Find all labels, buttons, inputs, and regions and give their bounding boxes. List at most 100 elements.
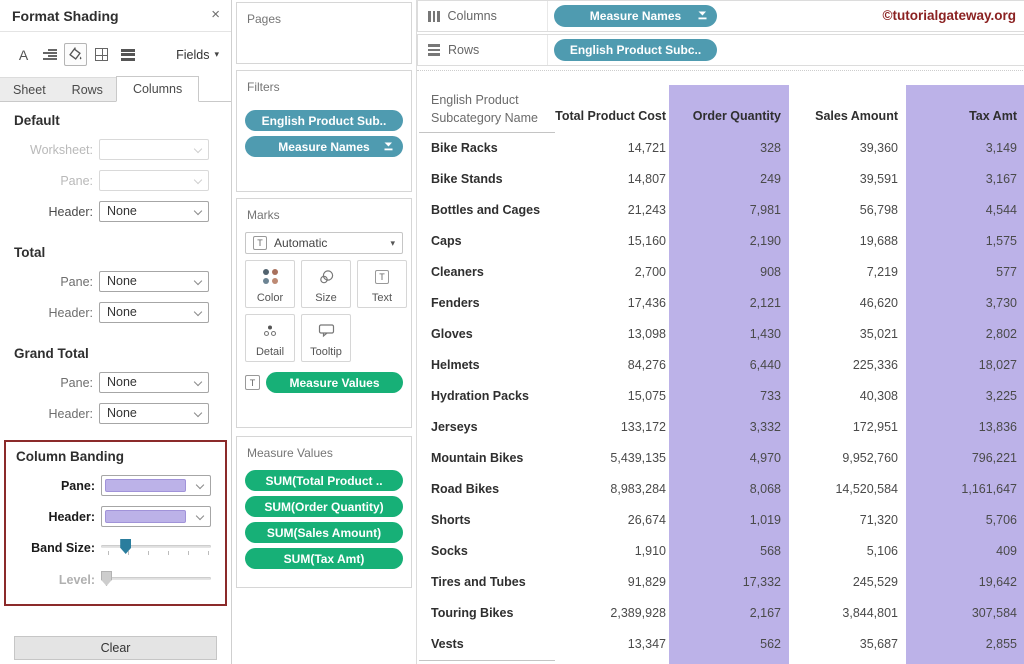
row-label[interactable]: Road Bikes bbox=[431, 474, 499, 505]
row-label[interactable]: Caps bbox=[431, 226, 462, 257]
total-header-dropdown[interactable]: None bbox=[99, 302, 209, 323]
cell-value[interactable]: 1,019 bbox=[669, 505, 781, 536]
row-label[interactable]: Gloves bbox=[431, 319, 473, 350]
measure-pill-sales-amount[interactable]: SUM(Sales Amount) bbox=[245, 522, 403, 543]
cell-value[interactable]: 2,167 bbox=[669, 598, 781, 629]
font-icon[interactable]: A bbox=[12, 43, 35, 66]
pages-card[interactable]: Pages bbox=[236, 2, 412, 64]
cell-value[interactable]: 13,347 bbox=[554, 629, 666, 660]
row-label[interactable]: Mountain Bikes bbox=[431, 443, 523, 474]
clear-button[interactable]: Clear bbox=[14, 636, 217, 660]
total-pane-dropdown[interactable]: None bbox=[99, 271, 209, 292]
cell-value[interactable]: 3,225 bbox=[906, 381, 1017, 412]
cell-value[interactable]: 5,106 bbox=[789, 536, 898, 567]
table-row[interactable]: Jerseys133,1723,332172,95113,836 bbox=[417, 412, 1024, 443]
borders-grid-icon[interactable] bbox=[90, 43, 113, 66]
cell-value[interactable]: 84,276 bbox=[554, 350, 666, 381]
grand-total-pane-dropdown[interactable]: None bbox=[99, 372, 209, 393]
close-icon[interactable]: × bbox=[211, 6, 220, 23]
grand-total-header-dropdown[interactable]: None bbox=[99, 403, 209, 424]
row-label[interactable]: Socks bbox=[431, 536, 468, 567]
table-row[interactable]: Fenders17,4362,12146,6203,730 bbox=[417, 288, 1024, 319]
table-row[interactable]: Vests 13,347562 35,687 2,855 bbox=[417, 629, 1024, 660]
column-header-sales-amount[interactable]: Sales Amount bbox=[789, 108, 898, 126]
table-row[interactable]: Cleaners2,7009087,219577 bbox=[417, 257, 1024, 288]
filters-card[interactable]: Filters English Product Sub.. Measure Na… bbox=[236, 70, 412, 192]
cell-value[interactable]: 249 bbox=[669, 164, 781, 195]
cell-value[interactable]: 307,584 bbox=[906, 598, 1017, 629]
cell-value[interactable]: 4,544 bbox=[906, 195, 1017, 226]
cell-value[interactable]: 2,855 bbox=[906, 629, 1017, 660]
cell-value[interactable]: 908 bbox=[669, 257, 781, 288]
marks-card[interactable]: Marks T Automatic ▾ Color Size bbox=[236, 198, 412, 428]
cell-value[interactable]: 17,332 bbox=[669, 567, 781, 598]
row-label[interactable]: Vests bbox=[431, 629, 464, 660]
cell-value[interactable]: 8,068 bbox=[669, 474, 781, 505]
table-row[interactable]: Shorts26,6741,01971,3205,706 bbox=[417, 505, 1024, 536]
table-row[interactable]: Hydration Packs15,07573340,3083,225 bbox=[417, 381, 1024, 412]
cell-value[interactable]: 19,642 bbox=[906, 567, 1017, 598]
cell-value[interactable]: 1,161,647 bbox=[906, 474, 1017, 505]
cell-value[interactable]: 225,336 bbox=[789, 350, 898, 381]
banding-pane-color-dropdown[interactable] bbox=[101, 475, 211, 496]
cell-value[interactable]: 6,440 bbox=[669, 350, 781, 381]
filter-pill-measure-names[interactable]: Measure Names bbox=[245, 136, 403, 157]
row-label[interactable]: Tires and Tubes bbox=[431, 567, 526, 598]
cell-value[interactable]: 13,836 bbox=[906, 412, 1017, 443]
cell-value[interactable]: 5,706 bbox=[906, 505, 1017, 536]
cell-value[interactable]: 9,952,760 bbox=[789, 443, 898, 474]
cell-value[interactable]: 21,243 bbox=[554, 195, 666, 226]
size-button[interactable]: Size bbox=[301, 260, 351, 308]
cell-value[interactable]: 1,575 bbox=[906, 226, 1017, 257]
cell-value[interactable]: 3,167 bbox=[906, 164, 1017, 195]
cell-value[interactable]: 14,807 bbox=[554, 164, 666, 195]
row-label[interactable]: Shorts bbox=[431, 505, 471, 536]
cell-value[interactable]: 133,172 bbox=[554, 412, 666, 443]
cell-value[interactable]: 35,021 bbox=[789, 319, 898, 350]
row-label[interactable]: Cleaners bbox=[431, 257, 484, 288]
cell-value[interactable]: 39,591 bbox=[789, 164, 898, 195]
cell-value[interactable]: 245,529 bbox=[789, 567, 898, 598]
row-label[interactable]: Helmets bbox=[431, 350, 480, 381]
mark-type-dropdown[interactable]: T Automatic ▾ bbox=[245, 232, 403, 254]
cell-value[interactable]: 35,687 bbox=[789, 629, 898, 660]
cell-value[interactable]: 2,121 bbox=[669, 288, 781, 319]
measure-values-encoding-pill[interactable]: Measure Values bbox=[266, 372, 403, 393]
table-row[interactable]: Touring Bikes2,389,9282,1673,844,801307,… bbox=[417, 598, 1024, 629]
worksheet-dropdown[interactable] bbox=[99, 139, 209, 160]
row-label[interactable]: Hydration Packs bbox=[431, 381, 529, 412]
table-row[interactable]: Helmets84,2766,440225,33618,027 bbox=[417, 350, 1024, 381]
cell-value[interactable]: 577 bbox=[906, 257, 1017, 288]
columns-pill-measure-names[interactable]: Measure Names bbox=[554, 5, 717, 27]
tooltip-button[interactable]: Tooltip bbox=[301, 314, 351, 362]
cell-value[interactable]: 562 bbox=[669, 629, 781, 660]
table-row[interactable]: Bike Stands14,80724939,5913,167 bbox=[417, 164, 1024, 195]
table-row[interactable]: Mountain Bikes5,439,1354,9709,952,760796… bbox=[417, 443, 1024, 474]
default-header-dropdown[interactable]: None bbox=[99, 201, 209, 222]
cell-value[interactable]: 796,221 bbox=[906, 443, 1017, 474]
text-button[interactable]: T Text bbox=[357, 260, 407, 308]
row-label[interactable]: Fenders bbox=[431, 288, 480, 319]
row-label[interactable]: Bike Racks bbox=[431, 133, 498, 164]
band-size-track[interactable] bbox=[101, 545, 211, 548]
cell-value[interactable]: 17,436 bbox=[554, 288, 666, 319]
cell-value[interactable]: 2,190 bbox=[669, 226, 781, 257]
cell-value[interactable]: 1,430 bbox=[669, 319, 781, 350]
cell-value[interactable]: 8,983,284 bbox=[554, 474, 666, 505]
shading-lines-icon[interactable] bbox=[116, 43, 139, 66]
banding-header-color-dropdown[interactable] bbox=[101, 506, 211, 527]
cell-value[interactable]: 7,981 bbox=[669, 195, 781, 226]
cell-value[interactable]: 2,389,928 bbox=[554, 598, 666, 629]
fields-button[interactable]: Fields ▾ bbox=[176, 48, 219, 62]
cell-value[interactable]: 19,688 bbox=[789, 226, 898, 257]
color-button[interactable]: Color bbox=[245, 260, 295, 308]
cell-value[interactable]: 328 bbox=[669, 133, 781, 164]
cell-value[interactable]: 56,798 bbox=[789, 195, 898, 226]
cell-value[interactable]: 409 bbox=[906, 536, 1017, 567]
alignment-icon[interactable] bbox=[38, 43, 61, 66]
cell-value[interactable]: 91,829 bbox=[554, 567, 666, 598]
table-row[interactable]: Gloves13,0981,43035,0212,802 bbox=[417, 319, 1024, 350]
table-row[interactable]: Road Bikes8,983,2848,06814,520,5841,161,… bbox=[417, 474, 1024, 505]
cell-value[interactable]: 13,098 bbox=[554, 319, 666, 350]
cell-value[interactable]: 733 bbox=[669, 381, 781, 412]
